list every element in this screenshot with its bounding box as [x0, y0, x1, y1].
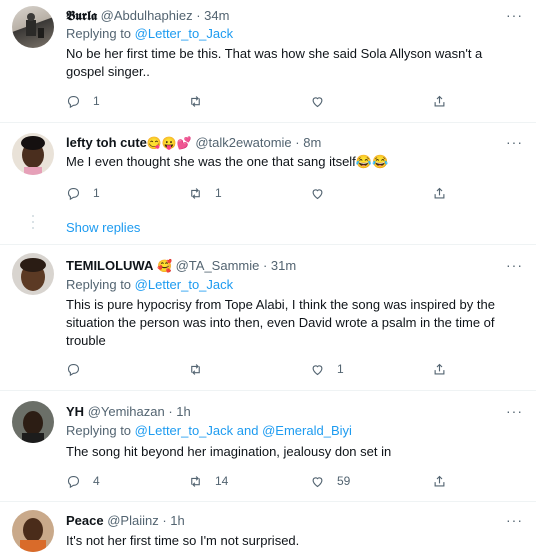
tweet-text: It's not her first time so I'm not surpr… [66, 533, 300, 548]
replying-to-label: Replying to [66, 423, 132, 438]
thread-dots [32, 215, 34, 233]
retweet-button[interactable]: 14 [188, 472, 228, 490]
timestamp[interactable]: · 8m [295, 135, 321, 150]
replying-to: Replying to @Letter_to_Jack [66, 26, 233, 42]
tweet-text: This is pure hypocrisy from Tope Alabi, … [66, 297, 495, 348]
reply-icon [67, 363, 80, 376]
retweet-icon [191, 363, 200, 375]
like-button[interactable]: 1 [310, 360, 344, 378]
reply-button[interactable]: 1 [66, 184, 100, 202]
retweet-icon [191, 187, 200, 199]
like-count: 1 [337, 362, 344, 376]
tweet-actions: 1 [66, 92, 466, 110]
like-icon [312, 476, 323, 487]
show-replies-link[interactable]: Show replies [66, 220, 140, 236]
more-icon[interactable]: ··· [506, 404, 522, 418]
like-button[interactable] [310, 184, 337, 202]
share-icon [434, 95, 445, 106]
name-emoji: 😋😛💕 [146, 136, 192, 150]
more-icon[interactable]: ··· [506, 135, 522, 149]
tweet-text: No be her first time be this. That was h… [66, 46, 483, 79]
retweet-count: 14 [215, 474, 229, 488]
handle[interactable]: @Plaiinz [107, 513, 159, 528]
timestamp[interactable]: · 1h [168, 404, 190, 419]
replying-to-label: Replying to [66, 277, 132, 292]
tweet-header: lefty toh cute😋😛💕 @talk2ewatomie · 8m [66, 135, 321, 151]
retweet-icon [191, 475, 200, 487]
reply-button[interactable]: 4 [66, 472, 100, 490]
avatar[interactable] [12, 510, 54, 552]
tweet-actions: 1 [66, 360, 466, 378]
mention-link[interactable]: @Letter_to_Jack [135, 277, 233, 292]
mention-link[interactable]: @Letter_to_Jack [135, 423, 233, 438]
tweet-header: 𝕭𝖚𝖗𝖑𝖆 @Abdulhaphiez · 34m [66, 8, 229, 24]
reply-icon [67, 187, 80, 200]
display-name[interactable]: 𝕭𝖚𝖗𝖑𝖆 [66, 8, 97, 23]
replying-to: Replying to @Letter_to_Jack and @Emerald… [66, 423, 352, 439]
tweet-actions: 1 1 [66, 184, 466, 202]
display-name[interactable]: lefty toh cute [66, 135, 147, 150]
tweet[interactable]: TEMILOLUWA 🥰 @TA_Sammie · 31m ··· Replyi… [0, 245, 536, 390]
reply-icon [67, 95, 80, 108]
like-icon [312, 188, 323, 199]
tweet[interactable]: YH @Yemihazan · 1h ··· Replying to @Lett… [0, 391, 536, 501]
share-icon [434, 187, 445, 198]
more-icon[interactable]: ··· [506, 8, 522, 22]
like-icon [312, 96, 323, 107]
tweet-header: YH @Yemihazan · 1h [66, 404, 191, 420]
tweet[interactable]: 𝕭𝖚𝖗𝖑𝖆 @Abdulhaphiez · 34m ··· Replying t… [0, 0, 536, 122]
retweet-button[interactable]: 1 [188, 184, 222, 202]
handle[interactable]: @TA_Sammie [176, 258, 260, 273]
tweet[interactable]: Peace @Plaiinz · 1h ··· It's not her fir… [0, 502, 536, 557]
display-name[interactable]: TEMILOLUWA [66, 258, 153, 273]
retweet-icon [191, 95, 200, 107]
reply-button[interactable]: 1 [66, 92, 100, 110]
replying-to-label: Replying to [66, 26, 132, 41]
display-name[interactable]: YH [66, 404, 84, 419]
like-count: 59 [337, 474, 351, 488]
avatar[interactable] [12, 253, 54, 295]
tweet-text: Me I even thought she was the one that s… [66, 154, 389, 169]
more-icon[interactable]: ··· [506, 258, 522, 272]
like-button[interactable]: 59 [310, 472, 350, 490]
mention-link[interactable]: @Emerald_Biyi [262, 423, 352, 438]
timestamp[interactable]: · 31m [263, 258, 296, 273]
timestamp[interactable]: · 34m [196, 8, 229, 23]
retweet-button[interactable] [188, 360, 215, 378]
reply-button[interactable] [66, 360, 93, 378]
avatar[interactable] [12, 133, 54, 175]
name-emoji: 🥰 [157, 259, 172, 273]
retweet-button[interactable] [188, 92, 215, 110]
share-button[interactable] [432, 92, 447, 110]
like-button[interactable] [310, 92, 337, 110]
tweet-text: The song hit beyond her imagination, jea… [66, 444, 392, 459]
avatar[interactable] [12, 6, 54, 48]
share-icon [434, 475, 445, 486]
handle[interactable]: @Yemihazan [88, 404, 165, 419]
share-icon [434, 363, 445, 374]
reply-icon [67, 475, 80, 488]
mention-link[interactable]: @Letter_to_Jack [135, 26, 233, 41]
timestamp[interactable]: · 1h [162, 513, 184, 528]
replying-to: Replying to @Letter_to_Jack [66, 277, 233, 293]
handle[interactable]: @talk2ewatomie [195, 135, 291, 150]
reply-count: 1 [93, 186, 100, 200]
share-button[interactable] [432, 360, 447, 378]
avatar[interactable] [12, 401, 54, 443]
tweet-header: Peace @Plaiinz · 1h [66, 513, 185, 529]
tweet-header: TEMILOLUWA 🥰 @TA_Sammie · 31m [66, 258, 296, 274]
tweet-actions: 4 14 59 [66, 472, 466, 490]
reply-count: 1 [93, 94, 100, 108]
handle[interactable]: @Abdulhaphiez [101, 8, 193, 23]
retweet-count: 1 [215, 186, 222, 200]
more-icon[interactable]: ··· [506, 513, 522, 527]
reply-count: 4 [93, 474, 100, 488]
display-name[interactable]: Peace [66, 513, 104, 528]
share-button[interactable] [432, 184, 447, 202]
like-icon [312, 364, 323, 375]
share-button[interactable] [432, 472, 447, 490]
replying-and: and [236, 423, 259, 438]
